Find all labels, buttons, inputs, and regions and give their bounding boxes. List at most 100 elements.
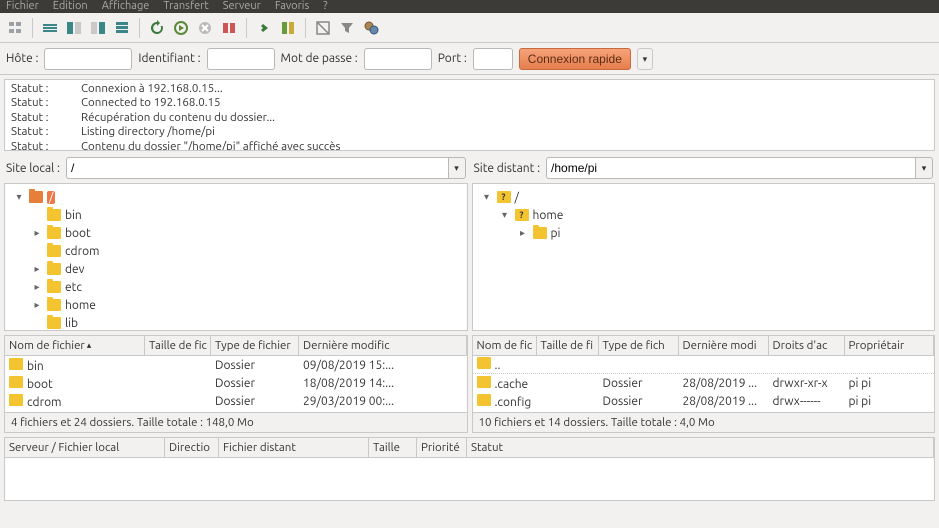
expand-icon[interactable]: ▾ bbox=[13, 191, 25, 203]
log-label: Statut : bbox=[11, 111, 61, 125]
remote-path-input[interactable] bbox=[546, 157, 915, 179]
user-input[interactable] bbox=[207, 48, 275, 70]
sync-browse-icon[interactable] bbox=[312, 17, 334, 39]
host-input[interactable] bbox=[44, 48, 132, 70]
local-filelist[interactable]: Nom de fichier▴ Taille de fic Type de fi… bbox=[4, 335, 468, 413]
local-tree[interactable]: ▾/bin▸bootcdrom▸dev▸etc▸homelib bbox=[4, 183, 468, 331]
expand-icon[interactable]: ▾ bbox=[499, 209, 511, 221]
toggle-remote-tree-icon[interactable] bbox=[87, 17, 109, 39]
reconnect-icon[interactable] bbox=[253, 17, 275, 39]
quickconnect-button[interactable]: Connexion rapide bbox=[519, 48, 631, 70]
cancel-icon[interactable] bbox=[194, 17, 216, 39]
queue-col-status[interactable]: Statut bbox=[467, 438, 934, 457]
menubar: Fichier Édition Affichage Transfert Serv… bbox=[0, 0, 939, 13]
search-icon[interactable] bbox=[360, 17, 382, 39]
toggle-log-icon[interactable] bbox=[39, 17, 61, 39]
list-item[interactable]: binDossier09/08/2019 15:... bbox=[5, 356, 467, 374]
tree-item[interactable]: ▾home bbox=[475, 206, 933, 224]
queue-col-file[interactable]: Serveur / Fichier local bbox=[5, 438, 165, 457]
tree-item[interactable]: bin bbox=[7, 206, 465, 224]
expand-icon[interactable]: ▸ bbox=[31, 281, 43, 293]
remote-pane: Site distant : ▾ ▾/▾home▸pi Nom de fic T… bbox=[472, 155, 936, 433]
password-input[interactable] bbox=[364, 48, 432, 70]
remote-path-dropdown[interactable]: ▾ bbox=[915, 157, 933, 179]
port-input[interactable] bbox=[473, 48, 513, 70]
list-item[interactable]: bootDossier18/08/2019 14:... bbox=[5, 374, 467, 392]
tree-item[interactable]: ▸pi bbox=[475, 224, 933, 242]
folder-icon bbox=[497, 191, 511, 203]
tree-item-label: cdrom bbox=[65, 245, 99, 258]
expand-icon[interactable]: ▸ bbox=[31, 263, 43, 275]
queue-col-remote[interactable]: Fichier distant bbox=[219, 438, 369, 457]
remote-col-perm[interactable]: Droits d'ac bbox=[769, 336, 845, 355]
transfer-queue[interactable]: Serveur / Fichier local Directio Fichier… bbox=[4, 437, 935, 501]
tree-item[interactable]: cdrom bbox=[7, 242, 465, 260]
queue-col-prio[interactable]: Priorité bbox=[417, 438, 467, 457]
remote-filelist[interactable]: Nom de fic Taille de fi Type de fich Der… bbox=[472, 335, 936, 413]
tree-item[interactable]: ▸dev bbox=[7, 260, 465, 278]
queue-col-size[interactable]: Taille bbox=[369, 438, 417, 457]
parent-dir-item[interactable]: .. bbox=[473, 356, 935, 374]
menu-file[interactable]: Fichier bbox=[6, 0, 39, 12]
tree-item-label: / bbox=[47, 191, 55, 204]
local-site-label: Site local : bbox=[6, 162, 60, 175]
tree-item-label: / bbox=[515, 191, 519, 204]
folder-icon bbox=[47, 209, 61, 221]
queue-col-dir[interactable]: Directio bbox=[165, 438, 219, 457]
list-item[interactable]: .configDossier28/08/2019 ...drwx------pi… bbox=[473, 392, 935, 410]
folder-icon bbox=[29, 191, 43, 203]
tree-item[interactable]: ▸boot bbox=[7, 224, 465, 242]
folder-icon bbox=[47, 317, 61, 329]
toggle-queue-icon[interactable] bbox=[111, 17, 133, 39]
expand-icon[interactable]: ▸ bbox=[31, 299, 43, 311]
folder-icon bbox=[477, 394, 491, 406]
quickconnect-history-dropdown[interactable]: ▾ bbox=[637, 48, 653, 70]
local-col-name[interactable]: Nom de fichier▴ bbox=[5, 336, 145, 355]
remote-col-name[interactable]: Nom de fic bbox=[473, 336, 537, 355]
menu-bookmarks[interactable]: Favoris bbox=[275, 0, 309, 12]
list-item[interactable]: cdromDossier29/03/2019 00:... bbox=[5, 392, 467, 410]
folder-icon bbox=[47, 263, 61, 275]
folder-icon bbox=[477, 376, 491, 388]
menu-server[interactable]: Serveur bbox=[223, 0, 261, 12]
user-label: Identifiant : bbox=[138, 52, 200, 65]
local-col-mod[interactable]: Dernière modific bbox=[299, 336, 467, 355]
expand-icon[interactable]: ▸ bbox=[31, 227, 43, 239]
menu-view[interactable]: Affichage bbox=[102, 0, 150, 12]
quickconnect-bar: Hôte : Identifiant : Mot de passe : Port… bbox=[0, 43, 939, 75]
tree-item[interactable]: ▸etc bbox=[7, 278, 465, 296]
folder-icon bbox=[9, 394, 23, 406]
expand-icon[interactable]: ▸ bbox=[517, 227, 529, 239]
site-manager-icon[interactable] bbox=[4, 17, 26, 39]
log-message: Connected to 192.168.0.15 bbox=[81, 96, 221, 110]
process-queue-icon[interactable] bbox=[170, 17, 192, 39]
menu-edit[interactable]: Édition bbox=[53, 0, 88, 12]
menu-help[interactable]: ? bbox=[323, 0, 327, 12]
expand-icon[interactable]: ▾ bbox=[481, 191, 493, 203]
disconnect-icon[interactable] bbox=[218, 17, 240, 39]
local-path-dropdown[interactable]: ▾ bbox=[448, 157, 466, 179]
message-log[interactable]: Statut :Connexion à 192.168.0.15...Statu… bbox=[4, 79, 935, 151]
filter-icon[interactable] bbox=[336, 17, 358, 39]
tree-item[interactable]: lib bbox=[7, 314, 465, 331]
log-message: Listing directory /home/pi bbox=[81, 125, 215, 139]
pass-label: Mot de passe : bbox=[281, 52, 358, 65]
list-item[interactable]: .cacheDossier28/08/2019 ...drwxr-xr-xpi … bbox=[473, 374, 935, 392]
remote-col-type[interactable]: Type de fich bbox=[599, 336, 679, 355]
remote-col-owner[interactable]: Propriétair bbox=[845, 336, 935, 355]
tree-item[interactable]: ▾/ bbox=[475, 188, 933, 206]
toggle-local-tree-icon[interactable] bbox=[63, 17, 85, 39]
sort-asc-icon: ▴ bbox=[87, 340, 92, 351]
local-col-type[interactable]: Type de fichier bbox=[211, 336, 299, 355]
remote-col-size[interactable]: Taille de fi bbox=[537, 336, 599, 355]
remote-col-mod[interactable]: Dernière modi bbox=[679, 336, 769, 355]
tree-item[interactable]: ▸home bbox=[7, 296, 465, 314]
compare-icon[interactable] bbox=[277, 17, 299, 39]
tree-item[interactable]: ▾/ bbox=[7, 188, 465, 206]
log-message: Récupération du contenu du dossier... bbox=[81, 111, 275, 125]
refresh-icon[interactable] bbox=[146, 17, 168, 39]
local-col-size[interactable]: Taille de fic bbox=[145, 336, 211, 355]
remote-tree[interactable]: ▾/▾home▸pi bbox=[472, 183, 936, 331]
local-path-input[interactable] bbox=[66, 157, 448, 179]
menu-transfer[interactable]: Transfert bbox=[163, 0, 208, 12]
